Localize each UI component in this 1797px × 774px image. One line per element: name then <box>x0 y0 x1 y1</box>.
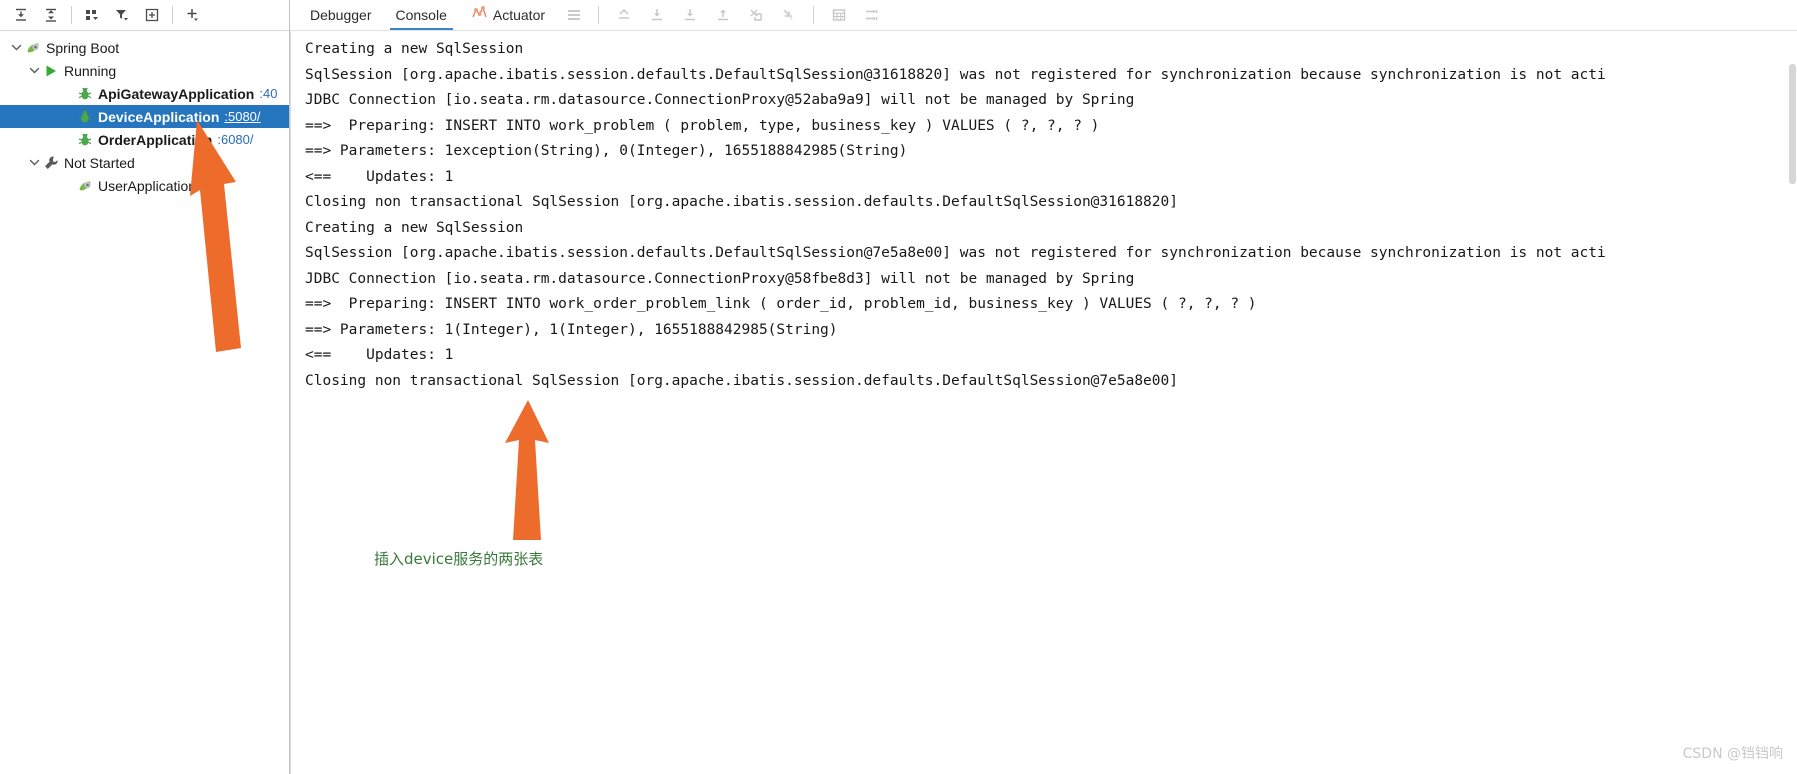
run-to-cursor-icon[interactable] <box>739 2 772 28</box>
tree-item-label: Running <box>64 62 117 79</box>
console-line: <== Updates: 1 <box>305 168 454 185</box>
console-toolbar-separator <box>598 6 600 24</box>
actuator-icon <box>471 0 488 30</box>
filter-icon[interactable] <box>107 2 137 28</box>
console-toolbar: Debugger Console Actuator <box>290 0 1797 31</box>
console-line: JDBC Connection [io.seata.rm.datasource.… <box>305 92 1135 108</box>
console-output[interactable]: Creating a new SqlSession SqlSession [org… <box>290 31 1797 774</box>
tree-item-port-link[interactable]: :6080/ <box>217 132 253 147</box>
tree-item-running[interactable]: Running <box>0 59 289 82</box>
twisty-placeholder <box>60 178 76 194</box>
console-line: Creating a new SqlSession <box>305 219 524 236</box>
tree-item-label: UserApplication <box>98 177 197 194</box>
run-dashboard-sidebar: Spring Boot Running ApiGatewayApplication:… <box>0 0 290 774</box>
ide-run-window: Spring Boot Running ApiGatewayApplication:… <box>0 0 1797 774</box>
run-icon <box>42 63 60 79</box>
wrench-icon <box>42 155 60 171</box>
console-line: JDBC Connection [io.seata.rm.datasource.… <box>305 270 1135 287</box>
step-over-icon[interactable] <box>640 2 673 28</box>
tree-item-userapplication[interactable]: UserApplication <box>0 174 289 197</box>
add-tab-icon[interactable] <box>137 2 167 28</box>
tree-item-label: OrderApplication <box>98 131 213 148</box>
toolbar-separator-2 <box>172 6 173 24</box>
tab-console[interactable]: Console <box>384 0 459 30</box>
tree-item-port-link[interactable]: :40 <box>259 86 277 101</box>
scrollbar-thumb[interactable] <box>1789 64 1796 184</box>
console-line: ==> Preparing: INSERT INTO work_problem … <box>305 117 1100 134</box>
tree-item-label: DeviceApplication <box>98 108 220 125</box>
console-vertical-scrollbar[interactable] <box>1788 62 1797 774</box>
chevron-down-icon[interactable] <box>26 155 42 171</box>
evaluate-table-icon[interactable] <box>822 2 855 28</box>
console-line: Closing non transactional SqlSession [or… <box>305 372 1178 389</box>
force-step-into-icon[interactable] <box>706 2 739 28</box>
spring-boot-icon <box>24 40 42 56</box>
tab-debugger-label: Debugger <box>310 7 372 23</box>
console-line: ==> Preparing: INSERT INTO work_order_pr… <box>305 296 1257 312</box>
console-line: <== Updates: 1 <box>305 347 454 363</box>
console-line: SqlSession [org.apache.ibatis.session.de… <box>305 66 1606 83</box>
tab-debugger[interactable]: Debugger <box>298 0 384 30</box>
tree-item-apigatewayapplication[interactable]: ApiGatewayApplication :40 <box>0 82 289 105</box>
run-configurations-tree[interactable]: Spring Boot Running ApiGatewayApplication:… <box>0 31 289 197</box>
tree-item-not-started[interactable]: Not Started <box>0 151 289 174</box>
debug-bug-icon <box>76 109 94 125</box>
tab-actuator-label: Actuator <box>492 7 546 23</box>
chevron-down-icon[interactable] <box>26 63 42 79</box>
console-line: SqlSession [org.apache.ibatis.session.de… <box>305 245 1606 261</box>
expand-all-icon[interactable] <box>6 2 36 28</box>
tree-item-orderapplication[interactable]: OrderApplication :6080/ <box>0 128 289 151</box>
debug-bug-icon <box>76 132 94 148</box>
step-out-icon[interactable] <box>607 2 640 28</box>
drop-frame-icon[interactable] <box>772 2 805 28</box>
tree-item-label: Spring Boot <box>46 39 120 56</box>
toolbar-separator <box>71 6 72 24</box>
tab-console-label: Console <box>395 7 447 23</box>
chevron-down-icon[interactable] <box>8 40 24 56</box>
step-into-icon[interactable] <box>673 2 706 28</box>
tree-item-label: ApiGatewayApplication <box>98 85 255 102</box>
console-toolbar-separator-2 <box>813 6 815 24</box>
group-runs-icon[interactable] <box>77 2 107 28</box>
menu-lines-icon[interactable] <box>557 2 590 28</box>
tab-actuator[interactable]: Actuator <box>459 0 557 30</box>
spring-boot-icon <box>76 178 94 194</box>
tree-item-spring-boot[interactable]: Spring Boot <box>0 36 289 59</box>
twisty-placeholder <box>60 132 76 148</box>
tree-item-port-link[interactable]: :5080/ <box>224 109 260 124</box>
tree-item-deviceapplication[interactable]: DeviceApplication :5080/ <box>0 105 289 128</box>
debug-bug-icon <box>76 86 94 102</box>
collapse-all-icon[interactable] <box>36 2 66 28</box>
console-line: Closing non transactional SqlSession [or… <box>305 194 1178 210</box>
settings-sliders-icon[interactable] <box>855 2 888 28</box>
twisty-placeholder <box>60 109 76 125</box>
console-line: ==> Parameters: 1exception(String), 0(In… <box>305 143 908 159</box>
console-panel: Debugger Console Actuator Creating a new… <box>290 0 1797 774</box>
twisty-placeholder <box>60 86 76 102</box>
console-log-lines: Creating a new SqlSession SqlSession [org… <box>291 31 1797 394</box>
console-line: ==> Parameters: 1(Integer), 1(Integer), … <box>305 321 838 338</box>
watermark: CSDN @铛铛响 <box>1682 746 1783 762</box>
sidebar-toolbar <box>0 0 289 31</box>
tree-item-label: Not Started <box>64 154 135 171</box>
annotation-text: 插入device服务的两张表 <box>374 550 544 568</box>
console-line: Creating a new SqlSession <box>305 41 524 57</box>
add-icon[interactable] <box>178 2 208 28</box>
